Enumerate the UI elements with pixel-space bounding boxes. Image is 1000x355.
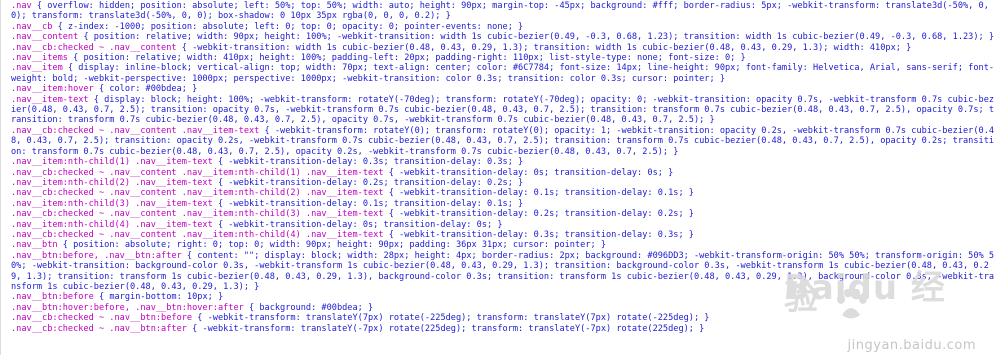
css-selector: .nav <box>11 1 32 11</box>
css-declarations: { -webkit-transition-delay: 0.3s; transi… <box>383 229 694 240</box>
code-line: .nav__item:nth-child(3) .nav__item-text … <box>11 199 996 209</box>
css-selector: .nav__cb:checked ~ .nav__content <box>11 42 177 53</box>
css-declarations: { margin-bottom: 10px; } <box>93 292 224 303</box>
code-line: .nav__content { position: relative; widt… <box>11 32 996 42</box>
code-line: .nav { overflow: hidden; position: absol… <box>11 1 996 22</box>
css-selector: .nav__item:nth-child(3) .nav__item-text <box>11 198 213 209</box>
css-declarations: { position: relative; width: 410px; heig… <box>67 53 746 64</box>
css-selector: .nav__btn:before <box>11 292 94 303</box>
css-selector: .nav__btn <box>11 240 58 251</box>
css-selector: .nav__cb:checked ~ .nav__content .nav__i… <box>11 229 384 240</box>
css-declarations: { overflow: hidden; position: absolute; … <box>11 1 995 22</box>
css-code-editor[interactable]: .nav { overflow: hidden; position: absol… <box>0 0 1000 355</box>
css-declarations: { -webkit-transition-delay: 0.2s; transi… <box>212 177 524 188</box>
css-selector: .nav__item:nth-child(2) .nav__item-text <box>11 177 213 188</box>
css-declarations: { -webkit-transition-delay: 0.2s; transi… <box>383 209 694 220</box>
code-line: .nav__cb:checked ~ .nav__btn:after { -we… <box>11 324 996 334</box>
code-line: .nav__cb:checked ~ .nav__content .nav__i… <box>11 188 996 198</box>
css-selector: .nav__cb <box>11 21 53 32</box>
css-declarations: { -webkit-transition: width 1s cubic-bez… <box>176 42 912 53</box>
css-declarations: { -webkit-transform: translateY(7px) rot… <box>192 313 710 324</box>
css-selector: .nav__item <box>11 63 63 74</box>
css-selector: .nav__items <box>11 53 68 64</box>
css-selector: .nav__item:nth-child(1) .nav__item-text <box>11 157 213 168</box>
css-declarations: { position: absolute; right: 0; top: 0; … <box>57 240 607 251</box>
css-declarations: { -webkit-transition-delay: 0.1s; transi… <box>212 198 524 209</box>
css-declarations: { display: inline-block; vertical-align:… <box>11 63 995 84</box>
css-declarations: { background: #00bdea; } <box>243 302 374 313</box>
css-declarations: { display: block; height: 100%; -webkit-… <box>11 94 995 126</box>
code-line: .nav__item:nth-child(1) .nav__item-text … <box>11 157 996 167</box>
code-line: .nav__item:hover { color: #00bdea; } <box>11 84 996 94</box>
code-line: .nav__btn:hover:before, .nav__btn:hover:… <box>11 303 996 313</box>
code-line: .nav__items { position: relative; width:… <box>11 53 996 63</box>
code-line: .nav__cb:checked ~ .nav__content { -webk… <box>11 43 996 53</box>
css-selector: .nav__cb:checked ~ .nav__btn:after <box>11 323 187 334</box>
code-line: .nav__cb:checked ~ .nav__content .nav__i… <box>11 168 996 178</box>
css-declarations: { position: relative; width: 90px; heigh… <box>78 32 995 43</box>
code-line: .nav__btn:before, .nav__btn:after { cont… <box>11 251 996 293</box>
css-declarations: { color: #00bdea; } <box>93 84 198 95</box>
css-selector: .nav__btn:hover:before, .nav__btn:hover:… <box>11 302 244 313</box>
code-line: .nav__cb:checked ~ .nav__content .nav__i… <box>11 209 996 219</box>
css-declarations: { -webkit-transition-delay: 0.1s; transi… <box>383 188 694 199</box>
code-line: .nav__item-text { display: block; height… <box>11 95 996 126</box>
css-declarations: { -webkit-transition-delay: 0.3s; transi… <box>212 157 524 168</box>
css-selector: .nav__cb:checked ~ .nav__content .nav__i… <box>11 167 384 178</box>
code-line: .nav__cb:checked ~ .nav__content .nav__i… <box>11 230 996 240</box>
css-declarations: { -webkit-transition-delay: 0s; transiti… <box>383 167 674 178</box>
code-line: .nav__cb { z-index: -1000; position: abs… <box>11 22 996 32</box>
css-selector: .nav__cb:checked ~ .nav__btn:before <box>11 313 193 324</box>
css-selector: .nav__content <box>11 32 79 43</box>
css-selector: .nav__item:hover <box>11 84 94 95</box>
code-line: .nav__cb:checked ~ .nav__content .nav__i… <box>11 126 996 157</box>
css-selector: .nav__btn:before, .nav__btn:after <box>11 250 182 261</box>
css-selector: .nav__cb:checked ~ .nav__content .nav__i… <box>11 125 260 136</box>
css-selector: .nav__cb:checked ~ .nav__content .nav__i… <box>11 209 384 220</box>
code-line: .nav__cb:checked ~ .nav__btn:before { -w… <box>11 313 996 323</box>
css-declarations: { -webkit-transition-delay: 0s; transiti… <box>212 219 503 230</box>
code-line: .nav__item { display: inline-block; vert… <box>11 63 996 84</box>
css-selector: .nav__item-text <box>11 94 89 105</box>
code-line: .nav__btn:before { margin-bottom: 10px; … <box>11 292 996 302</box>
css-declarations: { z-index: -1000; position: absolute; le… <box>52 21 524 32</box>
code-line: .nav__btn { position: absolute; right: 0… <box>11 240 996 250</box>
css-selector: .nav__cb:checked ~ .nav__content .nav__i… <box>11 188 384 199</box>
code-line: .nav__item:nth-child(2) .nav__item-text … <box>11 178 996 188</box>
css-selector: .nav__item:nth-child(4) .nav__item-text <box>11 219 213 230</box>
code-line: .nav__item:nth-child(4) .nav__item-text … <box>11 220 996 230</box>
css-declarations: { -webkit-transform: translateY(-7px) ro… <box>186 323 705 334</box>
